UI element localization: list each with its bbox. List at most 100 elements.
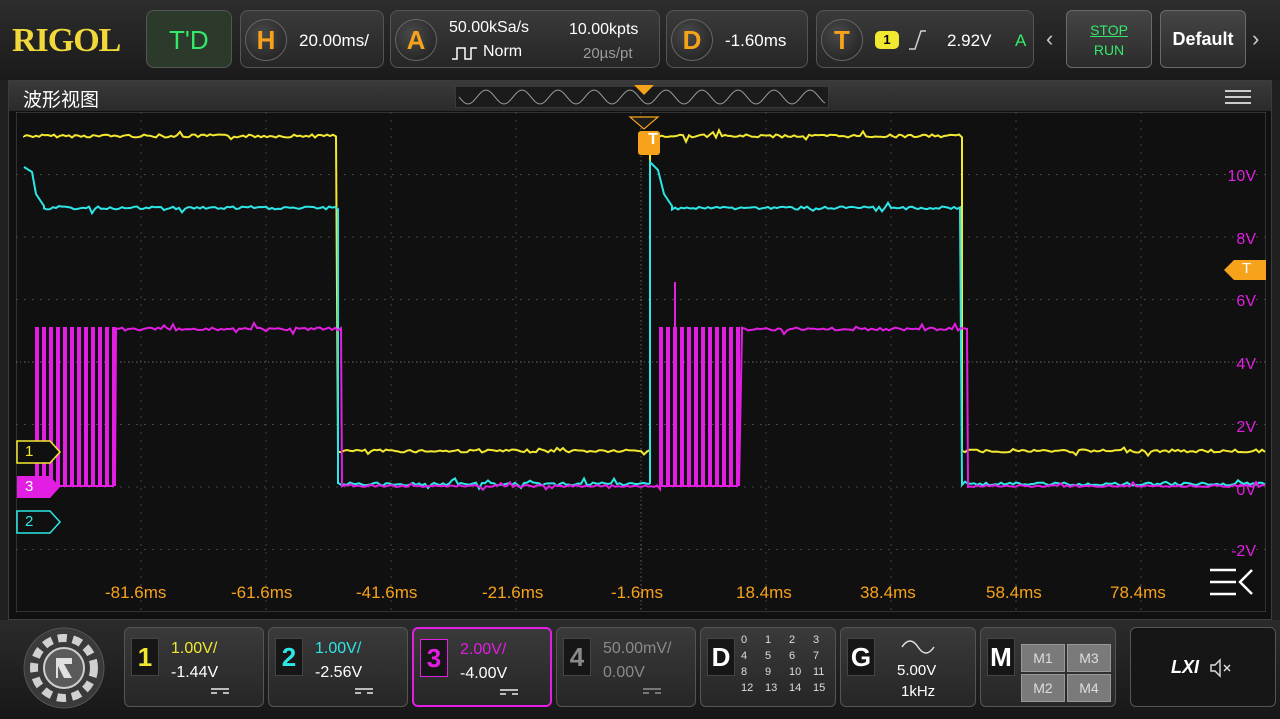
time-label: -1.6ms (611, 583, 663, 602)
ch3-number: 3 (420, 639, 448, 677)
digital-channel-number: 5 (765, 650, 772, 662)
digital-channel-number: 9 (765, 666, 772, 678)
ch1-number: 1 (131, 638, 159, 676)
trigger-sweep: A (1015, 31, 1027, 50)
ch2-offset: -2.56V (315, 664, 363, 681)
volt-label: 8V (1236, 231, 1256, 248)
mode-label: T'D (169, 25, 209, 55)
memory-depth: 10.00kpts (569, 21, 639, 38)
panel-title: 波形视图 (23, 90, 100, 111)
ch3-scale: 2.00V/ (460, 641, 507, 658)
dc-coupling-icon (211, 688, 229, 694)
math-label: M (987, 638, 1015, 676)
default-button[interactable]: Default (1160, 10, 1246, 68)
trigger-position-marker[interactable] (628, 85, 660, 161)
top-toolbar: RIGOL T'D H 20.00ms/ A 50.00kSa/s 10.00k… (0, 0, 1280, 80)
acquire-mode: Norm (483, 43, 523, 60)
ch2-marker[interactable] (16, 510, 62, 534)
horizontal-panel[interactable]: H 20.00ms/ (240, 10, 384, 68)
digital-channel-number: 8 (741, 666, 748, 678)
sine-wave-icon (901, 640, 935, 654)
volt-label: -2V (1231, 543, 1256, 560)
collapse-arrows-icon[interactable] (1208, 566, 1254, 598)
ch3-offset: -4.00V (460, 665, 508, 682)
digital-channel-number: 4 (741, 650, 748, 662)
ch1-offset: -1.44V (171, 664, 219, 681)
math-box[interactable]: M M1 M3 M2 M4 (980, 627, 1116, 707)
ch3-box[interactable]: 3 2.00V/ -4.00V (412, 627, 552, 707)
generator-frequency: 1kHz (901, 683, 936, 700)
delay-panel[interactable]: D -1.60ms (666, 10, 808, 68)
digital-channel-number: 14 (789, 682, 802, 694)
home-gear-icon[interactable] (14, 624, 114, 712)
ch4-offset: 0.00V (603, 664, 645, 681)
status-box: LXI (1130, 627, 1276, 707)
timebase-value: 20.00ms/ (299, 31, 369, 50)
acquire-panel[interactable]: A 50.00kSa/s 10.00kpts Norm 20µs/pt (390, 10, 660, 68)
trigger-level-label: T (1242, 260, 1252, 277)
digital-channel-number: 0 (741, 634, 748, 646)
digital-channel-number: 6 (789, 650, 796, 662)
digital-channel-number: 13 (765, 682, 778, 694)
digital-channel-number: 15 (813, 682, 826, 694)
pulse-icon (452, 47, 477, 60)
volt-label: 10V (1227, 168, 1256, 185)
delay-badge: D (671, 19, 713, 61)
volt-label: 0V (1236, 482, 1256, 499)
math-m1[interactable]: M1 (1021, 644, 1065, 672)
time-label: -61.6ms (231, 583, 293, 602)
ch3-marker[interactable] (16, 475, 62, 499)
digital-channel-number: 7 (813, 650, 820, 662)
brand-logo: RIGOL (12, 22, 121, 59)
volt-label: 2V (1236, 419, 1256, 436)
digital-label: D (707, 638, 735, 676)
trigger-badge: T (821, 19, 863, 61)
time-label: 38.4ms (860, 583, 916, 602)
lxi-logo: LXI (1171, 657, 1200, 677)
ch2-scale: 1.00V/ (315, 640, 362, 657)
dc-coupling-icon (355, 688, 373, 694)
ch2-number: 2 (275, 638, 303, 676)
digital-channel-number: 3 (813, 634, 820, 646)
time-label: 78.4ms (1110, 583, 1166, 602)
stop-run-button[interactable]: STOP RUN (1066, 10, 1152, 68)
rising-edge-icon (909, 30, 926, 50)
time-label: -41.6ms (356, 583, 418, 602)
ch4-box[interactable]: 4 50.00mV/ 0.00V (556, 627, 696, 707)
dc-coupling-icon (500, 689, 518, 695)
time-label: -21.6ms (482, 583, 544, 602)
sample-rate: 50.00kSa/s (449, 19, 530, 36)
scroll-left-arrow[interactable]: ‹ (1046, 10, 1062, 68)
waveform-grid[interactable] (16, 112, 1266, 612)
math-m3[interactable]: M3 (1067, 644, 1111, 672)
ch2-marker-label: 2 (25, 513, 34, 530)
time-label: 58.4ms (986, 583, 1042, 602)
ch1-scale: 1.00V/ (171, 640, 218, 657)
menu-icon[interactable] (1225, 89, 1251, 105)
volt-label: 6V (1236, 293, 1256, 310)
ch1-marker[interactable] (16, 440, 62, 464)
dc-coupling-icon (643, 688, 661, 694)
ch4-scale: 50.00mV/ (603, 640, 672, 657)
trigger-panel[interactable]: T 1 2.92V A (816, 10, 1034, 68)
acquire-badge: A (395, 19, 437, 61)
time-resolution: 20µs/pt (583, 45, 633, 62)
trigger-marker-label: T (648, 131, 658, 148)
generator-label: G (847, 638, 875, 676)
scroll-right-arrow[interactable]: › (1252, 10, 1268, 68)
generator-box[interactable]: G 5.00V 1kHz (840, 627, 976, 707)
math-m4[interactable]: M4 (1067, 674, 1111, 702)
speaker-mute-icon[interactable] (1209, 658, 1233, 678)
ch2-box[interactable]: 2 1.00V/ -2.56V (268, 627, 408, 707)
mode-button[interactable]: T'D (146, 10, 232, 68)
digital-box[interactable]: D 0 1 2 3 4 5 6 7 8 9 10 11 12 13 14 15 (700, 627, 836, 707)
math-m2[interactable]: M2 (1021, 674, 1065, 702)
stop-label: STOP (1090, 22, 1128, 38)
digital-channel-number: 2 (789, 634, 796, 646)
trigger-source-badge: 1 (875, 31, 899, 49)
ch3-marker-label: 3 (25, 478, 34, 495)
ch1-box[interactable]: 1 1.00V/ -1.44V (124, 627, 264, 707)
time-label: 18.4ms (736, 583, 792, 602)
digital-channel-number: 12 (741, 682, 754, 694)
generator-amplitude: 5.00V (897, 662, 937, 679)
